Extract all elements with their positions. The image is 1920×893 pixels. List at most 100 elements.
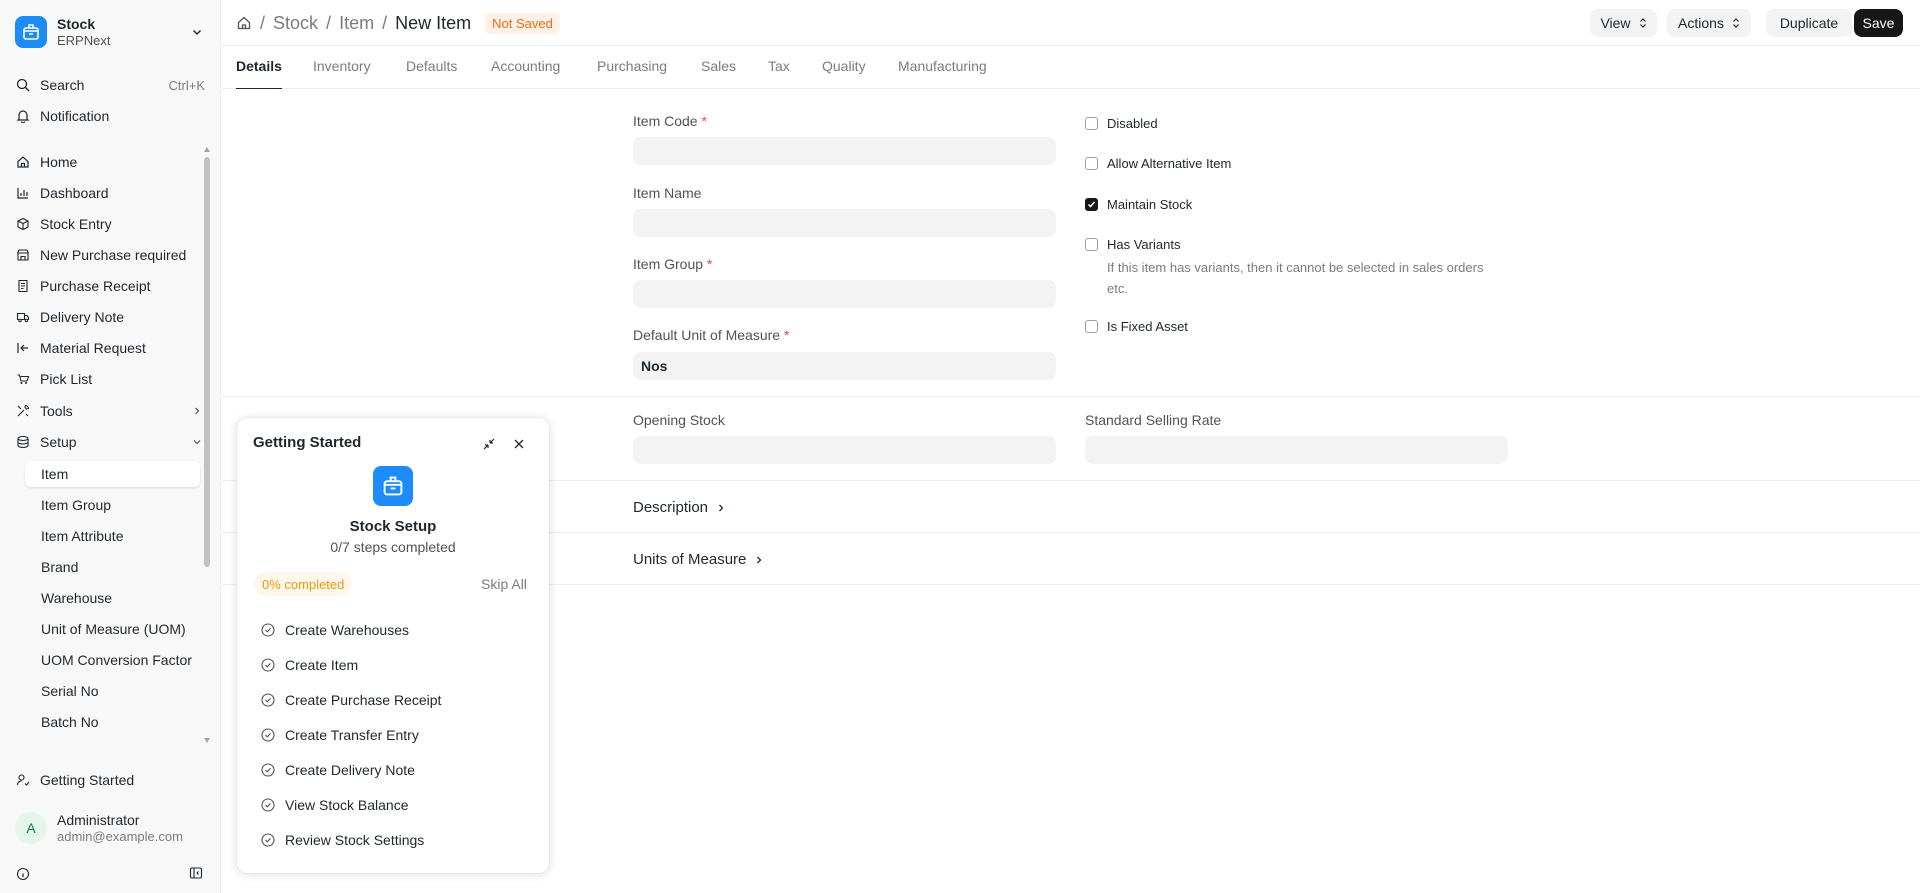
sidebar-item-label: Material Request — [40, 340, 146, 356]
sidebar-item-tools[interactable]: Tools — [15, 399, 205, 423]
checkbox-label: Allow Alternative Item — [1107, 156, 1232, 171]
checkbox-box[interactable] — [1085, 157, 1098, 170]
close-icon[interactable] — [511, 436, 527, 452]
sidebar-subitem-uom[interactable]: Unit of Measure (UOM) — [25, 616, 200, 642]
sidebar-subitem-serial-no[interactable]: Serial No — [25, 678, 200, 704]
step-create-warehouses[interactable]: Create Warehouses — [261, 622, 409, 638]
step-view-stock-balance[interactable]: View Stock Balance — [261, 797, 408, 813]
description-section-toggle[interactable]: Description — [633, 499, 726, 516]
check-circle-icon — [261, 693, 275, 707]
disabled-checkbox[interactable]: Disabled — [1085, 116, 1158, 131]
step-label: View Stock Balance — [285, 797, 409, 813]
step-review-stock-settings[interactable]: Review Stock Settings — [261, 832, 424, 848]
notification-button[interactable]: Notification — [15, 104, 205, 128]
sidebar-subitem-item-attribute[interactable]: Item Attribute — [25, 523, 200, 549]
item-name-label: Item Name — [633, 185, 702, 201]
units-of-measure-section-toggle[interactable]: Units of Measure — [633, 551, 764, 568]
opening-stock-input[interactable] — [633, 436, 1056, 464]
sidebar-subitem-warehouse[interactable]: Warehouse — [25, 585, 200, 611]
allow-alternative-item-checkbox[interactable]: Allow Alternative Item — [1085, 156, 1231, 171]
collapse-sidebar-icon[interactable] — [188, 865, 204, 881]
sidebar-subitem-item[interactable]: Item — [25, 461, 200, 487]
checkbox-box-checked[interactable] — [1085, 198, 1098, 211]
section-divider — [222, 396, 1920, 397]
standard-selling-rate-input[interactable] — [1085, 436, 1508, 464]
sidebar-item-delivery-note[interactable]: Delivery Note — [15, 305, 205, 329]
sidebar-item-dashboard[interactable]: Dashboard — [15, 181, 205, 205]
app-switcher[interactable]: Stock ERPNext — [15, 14, 205, 50]
step-create-delivery-note[interactable]: Create Delivery Note — [261, 762, 415, 778]
sidebar-item-pick-list[interactable]: Pick List — [15, 367, 205, 391]
step-label: Create Item — [285, 657, 359, 673]
tab-purchasing[interactable]: Purchasing — [597, 58, 667, 89]
sidebar-item-stock-entry[interactable]: Stock Entry — [15, 212, 205, 236]
chart-icon — [15, 185, 31, 201]
checkbox-box[interactable] — [1085, 117, 1098, 130]
page-title: New Item — [395, 12, 472, 33]
sidebar-subitem-item-group[interactable]: Item Group — [25, 492, 200, 518]
box-icon — [15, 216, 31, 232]
step-create-purchase-receipt[interactable]: Create Purchase Receipt — [261, 692, 441, 708]
sidebar-item-purchase-receipt[interactable]: Purchase Receipt — [15, 274, 205, 298]
step-create-transfer-entry[interactable]: Create Transfer Entry — [261, 727, 419, 743]
item-code-input[interactable] — [633, 137, 1056, 165]
step-create-item[interactable]: Create Item — [261, 657, 358, 673]
sidebar-scrollbar[interactable] — [203, 145, 210, 745]
step-label: Create Warehouses — [285, 622, 409, 638]
tab-sales[interactable]: Sales — [701, 58, 736, 89]
breadcrumb-separator: / — [326, 12, 332, 33]
search-button[interactable]: Search Ctrl+K — [15, 73, 205, 97]
tab-details[interactable]: Details — [236, 58, 282, 89]
has-variants-checkbox[interactable]: Has Variants — [1085, 237, 1180, 252]
bell-icon — [15, 108, 31, 124]
sidebar-item-label: Pick List — [40, 371, 93, 387]
item-name-input[interactable] — [633, 209, 1056, 237]
actions-button[interactable]: Actions — [1667, 9, 1751, 37]
has-variants-help: If this item has variants, then it canno… — [1107, 260, 1484, 296]
database-icon — [15, 434, 31, 450]
user-email: admin@example.com — [57, 828, 183, 844]
checkbox-box[interactable] — [1085, 238, 1098, 251]
sidebar-subitem-brand[interactable]: Brand — [25, 554, 200, 580]
item-group-input[interactable] — [633, 280, 1056, 308]
uom-input[interactable]: Nos — [633, 352, 1056, 380]
check-circle-icon — [261, 833, 275, 847]
maintain-stock-checkbox[interactable]: Maintain Stock — [1085, 197, 1192, 212]
sidebar-item-setup[interactable]: Setup — [15, 430, 205, 454]
sidebar-item-material-request[interactable]: Material Request — [15, 336, 205, 360]
cart-icon — [15, 371, 31, 387]
scroll-up-arrow[interactable] — [204, 147, 210, 152]
notification-label: Notification — [40, 108, 110, 124]
home-icon[interactable] — [236, 15, 252, 31]
sidebar-item-home[interactable]: Home — [15, 150, 205, 174]
save-button[interactable]: Save — [1854, 9, 1903, 37]
user-check-icon — [15, 772, 31, 788]
sidebar-subitem-batch-no[interactable]: Batch No — [25, 709, 200, 735]
sidebar-item-new-purchase[interactable]: New Purchase required — [15, 243, 205, 267]
tab-accounting[interactable]: Accounting — [491, 58, 560, 89]
tab-manufacturing[interactable]: Manufacturing — [898, 58, 987, 89]
duplicate-button[interactable]: Duplicate — [1766, 9, 1852, 37]
scroll-thumb[interactable] — [204, 157, 210, 567]
status-badge: Not Saved — [485, 12, 560, 34]
view-button[interactable]: View — [1590, 9, 1657, 37]
chevron-down-icon — [189, 24, 205, 40]
skip-all-button[interactable]: Skip All — [481, 576, 527, 592]
breadcrumb-item[interactable]: Item — [339, 13, 374, 34]
checkbox-box[interactable] — [1085, 320, 1098, 333]
info-icon[interactable] — [15, 866, 31, 882]
sidebar-getting-started[interactable]: Getting Started — [15, 768, 205, 792]
breadcrumb-stock[interactable]: Stock — [273, 13, 318, 34]
tab-inventory[interactable]: Inventory — [313, 58, 371, 89]
is-fixed-asset-checkbox[interactable]: Is Fixed Asset — [1085, 319, 1188, 334]
tab-quality[interactable]: Quality — [822, 58, 866, 89]
tab-defaults[interactable]: Defaults — [406, 58, 457, 89]
minimize-icon[interactable] — [481, 436, 497, 452]
user-menu[interactable]: A Administrator admin@example.com — [15, 810, 205, 846]
section-title: Description — [633, 499, 709, 516]
section-title: Units of Measure — [633, 551, 747, 568]
tab-tax[interactable]: Tax — [768, 58, 790, 89]
scroll-down-arrow[interactable] — [204, 738, 210, 743]
user-name: Administrator — [57, 811, 140, 828]
sidebar-subitem-uom-conversion[interactable]: UOM Conversion Factor — [25, 647, 200, 673]
